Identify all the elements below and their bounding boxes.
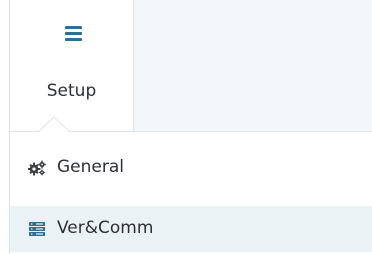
top-bar-empty-area xyxy=(134,0,372,131)
tab-setup[interactable]: Setup xyxy=(10,0,134,131)
server-list-icon xyxy=(29,222,45,236)
hamburger-menu-icon xyxy=(65,26,82,41)
menu-item-general[interactable]: General xyxy=(10,145,372,191)
menu-item-vercomm-label: Ver&Comm xyxy=(57,218,154,238)
tab-setup-label: Setup xyxy=(46,81,97,101)
menu-item-vercomm[interactable]: Ver&Comm xyxy=(10,206,372,252)
gears-icon xyxy=(28,160,46,176)
menu-item-general-label: General xyxy=(57,157,124,177)
active-tab-pointer xyxy=(38,117,70,133)
